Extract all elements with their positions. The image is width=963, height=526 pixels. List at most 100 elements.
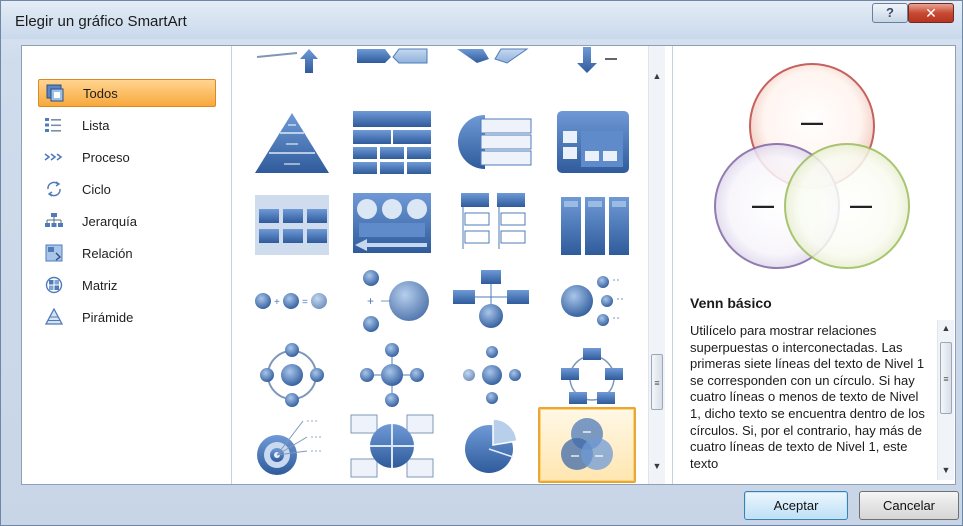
gallery-item-equation[interactable]: + = — [244, 265, 340, 337]
gallery-item-down-arrow[interactable] — [544, 46, 640, 82]
gallery-item-vertical-bars[interactable] — [544, 188, 640, 260]
gallery-scroll-thumb[interactable]: ≡ — [651, 354, 663, 410]
smartart-dialog: Elegir un gráfico SmartArt ? ✕ Todos Lis… — [0, 0, 963, 526]
category-matriz[interactable]: Matriz — [38, 271, 216, 299]
cycle-icon — [47, 181, 61, 197]
venn-preview-image: — — — — [714, 63, 910, 269]
category-ciclo[interactable]: Ciclo — [38, 175, 216, 203]
block-cycle-layout-icon — [561, 348, 623, 404]
gallery-item-block-cycle[interactable] — [544, 339, 640, 411]
help-button[interactable]: ? — [872, 3, 908, 23]
gallery-item-radial-cluster[interactable] — [344, 339, 440, 411]
gallery-item-vertical-blocks[interactable] — [244, 188, 340, 260]
category-list: Todos Lista Proceso Ciclo Jerarquía Rela… — [22, 46, 232, 484]
up-arrow-layout-icon — [256, 49, 318, 73]
half-circle-list-layout-icon — [458, 115, 532, 169]
gallery-item-pyramid[interactable] — [244, 106, 340, 178]
gallery-item-table-hierarchy[interactable] — [344, 106, 440, 178]
radial-cluster-layout-icon — [360, 343, 424, 407]
gallery-item-up-arrow[interactable] — [244, 46, 340, 82]
basic-pyramid-layout-icon — [255, 113, 329, 173]
category-lista[interactable]: Lista — [38, 111, 216, 139]
diverging-radial-layout-icon — [463, 346, 521, 404]
merge-arrows-layout-icon — [357, 48, 428, 64]
preview-pane: — — — Venn básico Utilícelo para mostrar… — [672, 46, 955, 484]
list-icon — [45, 118, 61, 132]
basic-venn-layout-icon — [561, 418, 613, 470]
preview-scroll-up-button[interactable]: ▲ — [938, 320, 954, 337]
gallery-item-org-hierarchy[interactable] — [444, 188, 540, 260]
radial-cycle-layout-icon — [260, 343, 324, 407]
category-label: Relación — [82, 245, 133, 261]
radial-list-layout-icon — [561, 276, 625, 326]
svg-text:+: + — [274, 297, 280, 308]
svg-text:+: + — [367, 294, 374, 308]
dialog-title: Elegir un gráfico SmartArt — [15, 13, 187, 30]
hub-blocks-layout-icon — [453, 270, 529, 328]
target-layout-icon — [257, 420, 321, 475]
gallery-item-merge-arrows[interactable] — [344, 46, 440, 82]
stacked-blocks-layout-icon — [255, 195, 329, 255]
relationship-icon — [45, 244, 63, 262]
diverge-arrows-layout-icon — [457, 48, 529, 64]
hierarchy-icon — [45, 213, 63, 227]
gallery-item-centered-blocks[interactable] — [444, 265, 540, 337]
category-proceso[interactable]: Proceso — [38, 143, 216, 171]
venn-label-left: — — [752, 193, 774, 218]
table-hierarchy-layout-icon — [353, 111, 431, 174]
venn-label-right: — — [850, 193, 872, 218]
down-arrow-layout-icon — [577, 47, 617, 73]
process-icon — [44, 153, 63, 161]
category-piramide[interactable]: Pirámide — [38, 303, 216, 331]
gallery-item-circle-picture-process[interactable] — [344, 188, 440, 260]
gallery-item-converging-circles[interactable]: + — [344, 265, 440, 337]
gallery-scroll-up-button[interactable]: ▲ — [649, 68, 665, 85]
gallery-item-cycle-matrix[interactable] — [244, 339, 340, 411]
preview-scrollbar[interactable]: ▲ ≡ ▼ — [937, 320, 954, 480]
preview-description: Utilícelo para mostrar relaciones superp… — [690, 323, 925, 471]
layout-gallery: + = + — [232, 46, 648, 484]
venn-label-top: — — [801, 110, 823, 135]
gallery-item-diverging-radial[interactable] — [444, 339, 540, 411]
category-label: Jerarquía — [82, 213, 137, 229]
gallery-item-framed-list[interactable] — [544, 106, 640, 178]
close-button[interactable]: ✕ — [908, 3, 954, 23]
gallery-item-diverge-arrows[interactable] — [444, 46, 540, 82]
org-hierarchy-layout-icon — [461, 193, 526, 249]
category-label: Pirámide — [82, 309, 134, 325]
framed-list-layout-icon — [557, 111, 629, 173]
preview-scroll-down-button[interactable]: ▼ — [938, 462, 954, 479]
category-label: Ciclo — [82, 181, 111, 197]
ok-button[interactable]: Aceptar — [744, 491, 848, 520]
plus-circles-layout-icon: + — [363, 270, 429, 332]
category-relacion[interactable]: Relación — [38, 239, 216, 267]
gallery-scroll-down-button[interactable]: ▼ — [649, 458, 665, 475]
gallery-item-target[interactable] — [244, 410, 340, 482]
matrix-icon — [45, 276, 63, 294]
gallery-item-pie[interactable] — [444, 410, 540, 482]
title-bar: Elegir un gráfico SmartArt ? ✕ — [1, 1, 962, 39]
category-label: Lista — [82, 117, 110, 133]
gallery-item-half-circle-list[interactable] — [444, 106, 540, 178]
cancel-button[interactable]: Cancelar — [859, 491, 959, 520]
gallery-item-matrix-cycle[interactable] — [344, 410, 440, 482]
category-label: Todos — [83, 85, 118, 101]
dialog-content: Todos Lista Proceso Ciclo Jerarquía Rela… — [21, 45, 956, 485]
preview-title: Venn básico — [690, 295, 772, 311]
cycle-matrix-layout-icon — [350, 414, 434, 478]
svg-text:=: = — [302, 297, 308, 308]
equation-layout-icon: + = — [255, 293, 327, 309]
gallery-scrollbar[interactable]: ▲ ≡ ▼ — [648, 46, 665, 484]
pyramid-icon — [44, 308, 64, 325]
vertical-bars-layout-icon — [561, 197, 629, 255]
gallery-item-venn-basic[interactable] — [538, 407, 636, 483]
picture-process-layout-icon — [353, 193, 431, 253]
gallery-item-radial-list[interactable] — [544, 265, 640, 337]
category-jerarquia[interactable]: Jerarquía — [38, 207, 216, 235]
category-label: Proceso — [82, 149, 130, 165]
category-todos[interactable]: Todos — [38, 79, 216, 107]
pie-layout-icon — [465, 418, 518, 473]
category-label: Matriz — [82, 277, 118, 293]
preview-scroll-thumb[interactable]: ≡ — [940, 342, 952, 414]
all-icon — [46, 84, 64, 102]
